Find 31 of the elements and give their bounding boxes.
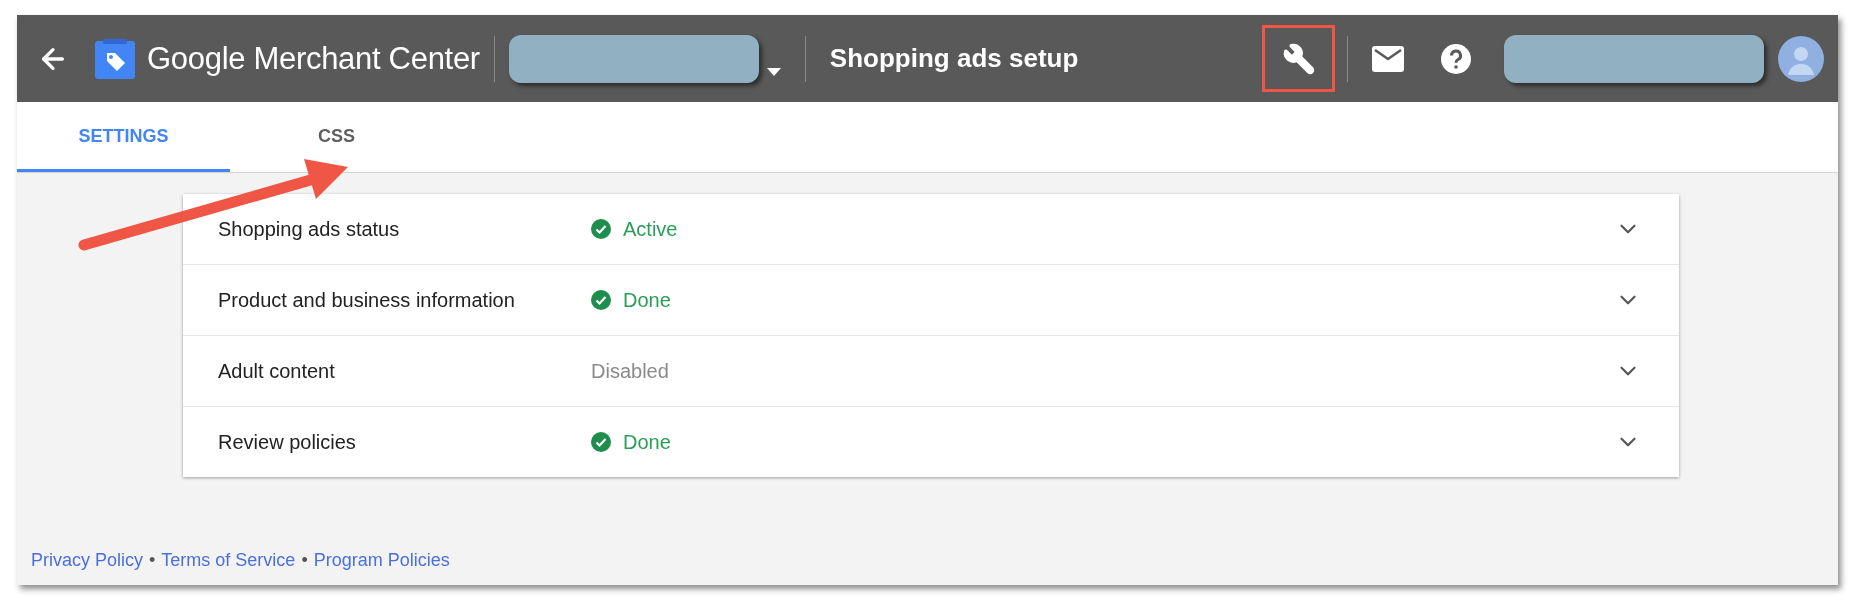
setting-label: Review policies xyxy=(218,430,357,454)
dropdown-caret-icon[interactable] xyxy=(766,67,781,76)
page-title: Shopping ads setup xyxy=(829,43,1079,74)
product-name: Google Merchant Center xyxy=(147,40,480,77)
footer-link[interactable]: Program Policies xyxy=(313,550,450,571)
footer-link[interactable]: Privacy Policy xyxy=(31,550,144,571)
footer-link[interactable]: Terms of Service xyxy=(161,550,296,571)
setting-status: Disabled xyxy=(591,359,669,383)
avatar-icon[interactable] xyxy=(1778,35,1824,82)
check-circle-icon xyxy=(591,432,611,452)
settings-row[interactable]: Shopping ads status Active xyxy=(183,194,1679,264)
setting-label: Shopping ads status xyxy=(218,217,401,241)
link-separator: • xyxy=(301,550,308,571)
setting-status: Active xyxy=(623,217,678,241)
settings-row[interactable]: Review policies Done xyxy=(183,406,1679,477)
setting-status: Done xyxy=(623,430,671,454)
tools-button[interactable] xyxy=(1262,25,1335,92)
settings-row[interactable]: Product and business information Done xyxy=(183,264,1679,335)
logo-icon xyxy=(95,38,135,79)
tab[interactable]: SETTINGS xyxy=(17,102,230,172)
check-circle-icon xyxy=(591,219,611,239)
mail-icon xyxy=(1372,45,1404,72)
setting-label: Product and business information xyxy=(218,288,516,312)
help-icon xyxy=(1441,43,1471,74)
tab[interactable]: CSS xyxy=(230,102,443,172)
wrench-icon xyxy=(1281,41,1316,76)
setting-label: Adult content xyxy=(218,359,336,383)
setting-status: Done xyxy=(623,288,671,312)
settings-row[interactable]: Adult content Disabled xyxy=(183,335,1679,406)
link-separator: • xyxy=(149,550,156,571)
check-circle-icon xyxy=(591,290,611,310)
